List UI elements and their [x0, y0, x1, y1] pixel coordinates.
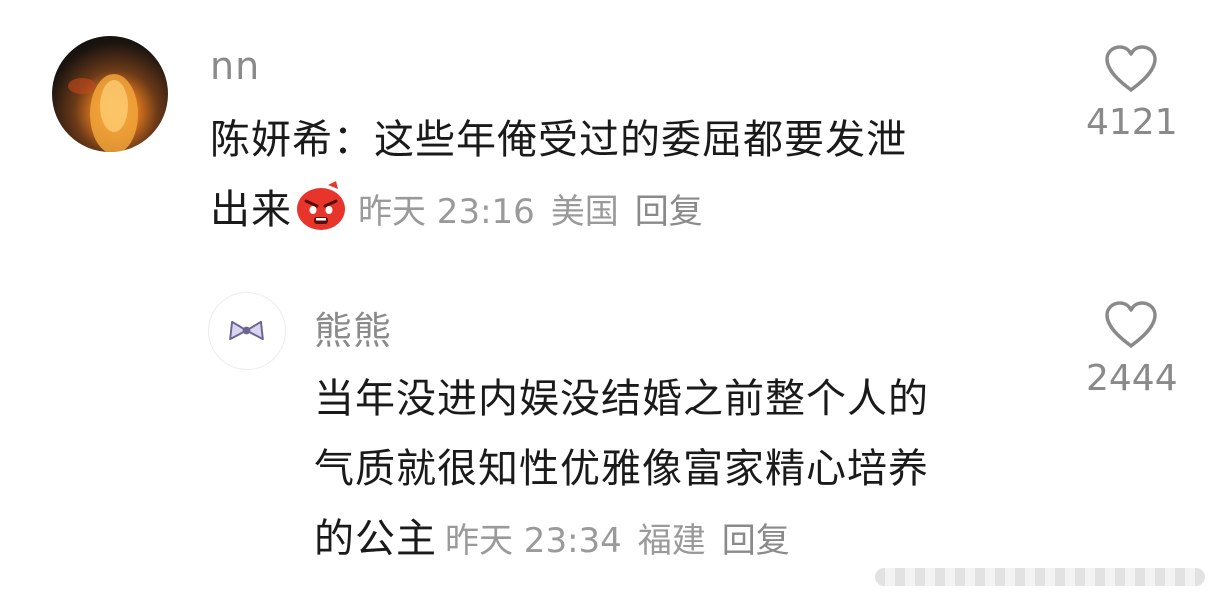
comment-text-line: 的公主	[314, 516, 437, 562]
comment-text-line: 当年没进内娱没结婚之前整个人的	[314, 376, 929, 422]
scroll-indicator[interactable]	[875, 568, 1205, 586]
username[interactable]: 熊熊	[314, 300, 392, 355]
comment-item: 熊熊 当年没进内娱没结婚之前整个人的 气质就很知性优雅像富家精心培养 的公主 昨天…	[0, 0, 1216, 602]
bow-ribbon-icon	[229, 320, 264, 341]
comment-text-line-with-meta: 的公主 昨天 23:34 福建 回复	[314, 504, 1074, 576]
reply-button[interactable]: 回复	[722, 521, 790, 561]
like-button[interactable]: 2444	[1086, 300, 1178, 399]
comment-location: 福建	[637, 521, 706, 561]
comment-text: 当年没进内娱没结婚之前整个人的 气质就很知性优雅像富家精心培养 的公主 昨天 23…	[314, 364, 1074, 576]
avatar[interactable]	[208, 292, 286, 370]
heart-icon[interactable]	[1103, 300, 1159, 350]
like-count: 2444	[1086, 358, 1178, 399]
comment-text-line: 气质就很知性优雅像富家精心培养	[314, 446, 929, 492]
comment-time: 昨天 23:34	[445, 521, 622, 561]
comment-meta: 昨天 23:34 福建 回复	[445, 521, 790, 561]
